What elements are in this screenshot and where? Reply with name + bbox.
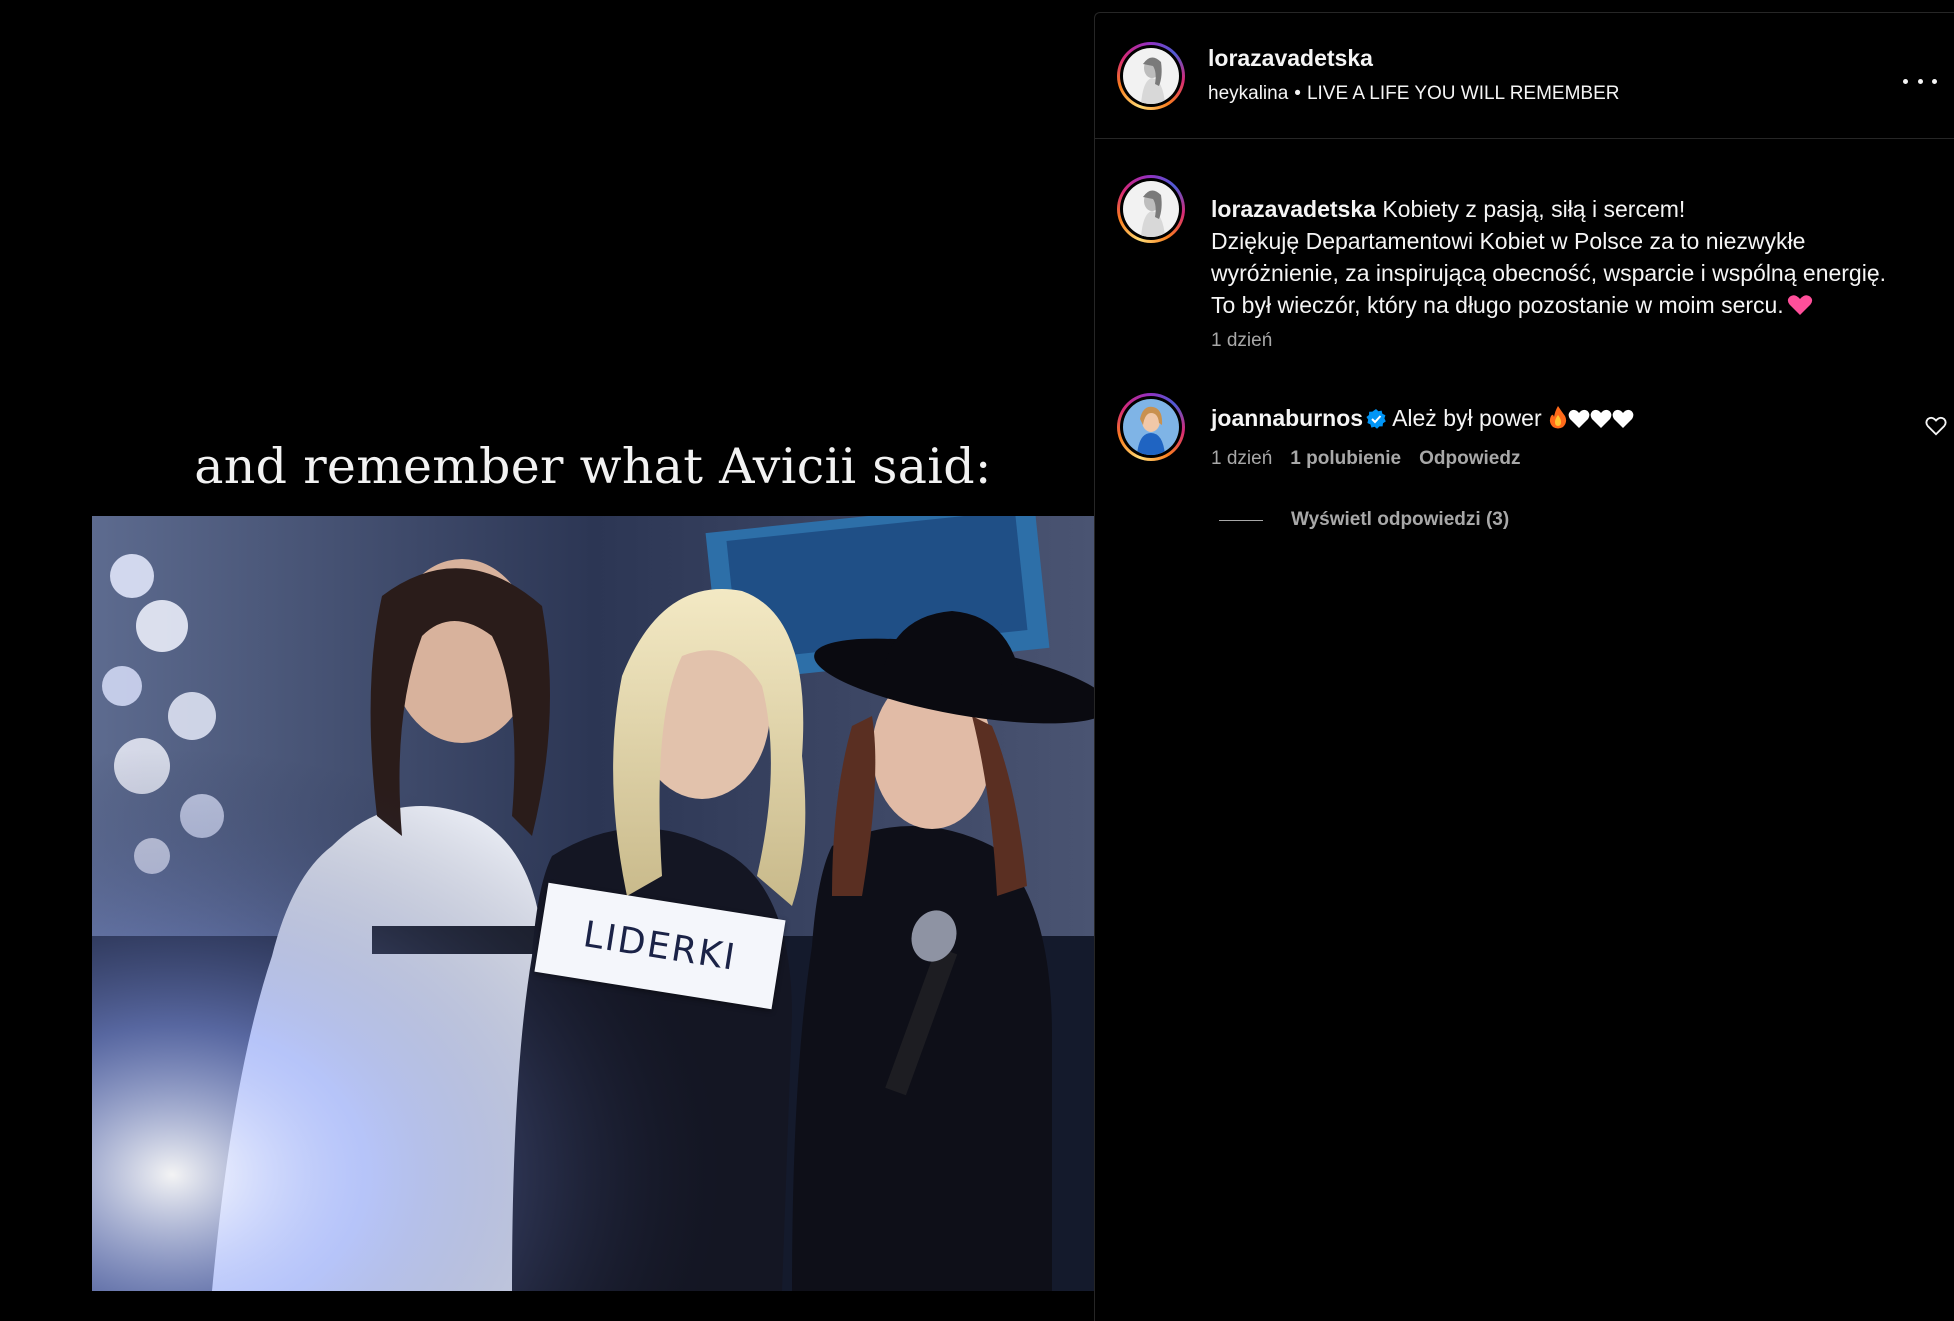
comment-timestamp[interactable]: 1 dzień: [1211, 448, 1272, 469]
more-options-button[interactable]: [1903, 69, 1937, 93]
caption-username[interactable]: lorazavadetska: [1211, 196, 1376, 222]
white-heart-icon: [1568, 409, 1590, 428]
view-replies-button[interactable]: Wyświetl odpowiedzi (3): [1219, 509, 1509, 531]
author-avatar-image: [1123, 48, 1179, 104]
audio-title[interactable]: LIVE A LIFE YOU WILL REMEMBER: [1307, 83, 1620, 104]
white-heart-icon: [1612, 409, 1634, 428]
post-media[interactable]: and remember what Avicii said: LIDERKI: [0, 0, 1094, 1321]
view-replies-label: Wyświetl odpowiedzi (3): [1291, 509, 1510, 530]
post-sidebar: lorazavadetska heykalina • LIVE A LIFE YOU…: [1094, 12, 1954, 1321]
comment-meta: 1 dzień 1 polubienie Odpowiedz: [1211, 448, 1538, 470]
audio-artist[interactable]: heykalina: [1208, 83, 1288, 104]
more-horizontal-icon: [1903, 78, 1908, 84]
caption-line-3: To był wieczór, który na długo pozostani…: [1211, 292, 1784, 318]
commenter-avatar[interactable]: [1117, 393, 1185, 461]
heart-outline-icon[interactable]: [1925, 415, 1947, 437]
caption-line-2: Dziękuję Departamentowi Kobiet w Polsce …: [1211, 228, 1887, 286]
post-viewer: and remember what Avicii said: LIDERKI l…: [0, 0, 1954, 1321]
replies-divider-line: [1219, 519, 1263, 521]
caption-timestamp[interactable]: 1 dzień: [1211, 330, 1272, 352]
comment-text-line: joannaburnos Ależ był power: [1211, 405, 1634, 432]
reply-button[interactable]: Odpowiedz: [1419, 448, 1520, 469]
caption-avatar-image: [1123, 181, 1179, 237]
comment-text: Ależ był power: [1392, 405, 1542, 431]
verified-badge-icon: [1366, 409, 1386, 429]
more-dot: [1917, 78, 1923, 84]
caption-avatar[interactable]: [1117, 175, 1185, 243]
commenter-avatar-image: [1123, 399, 1179, 455]
comment-username[interactable]: joannaburnos: [1211, 405, 1363, 431]
caption-text: lorazavadetska Kobiety z pasją, siłą i s…: [1211, 193, 1931, 321]
post-header: lorazavadetska heykalina • LIVE A LIFE YOU…: [1095, 13, 1954, 139]
comment-likes-count[interactable]: 1 polubienie: [1290, 448, 1401, 469]
audio-attribution[interactable]: heykalina • LIVE A LIFE YOU WILL REMEMBER: [1208, 83, 1619, 105]
white-heart-icon: [1590, 409, 1612, 428]
media-overlay-text: and remember what Avicii said:: [194, 438, 992, 495]
caption-line-1: Kobiety z pasją, siłą i sercem!: [1382, 196, 1686, 222]
more-dot: [1932, 78, 1937, 84]
pink-heart-icon: [1787, 295, 1812, 315]
post-photo[interactable]: LIDERKI: [92, 516, 1094, 1291]
fire-icon: [1549, 406, 1567, 429]
header-username[interactable]: lorazavadetska: [1208, 45, 1373, 72]
author-avatar[interactable]: [1117, 42, 1185, 110]
audio-separator: •: [1294, 83, 1301, 104]
